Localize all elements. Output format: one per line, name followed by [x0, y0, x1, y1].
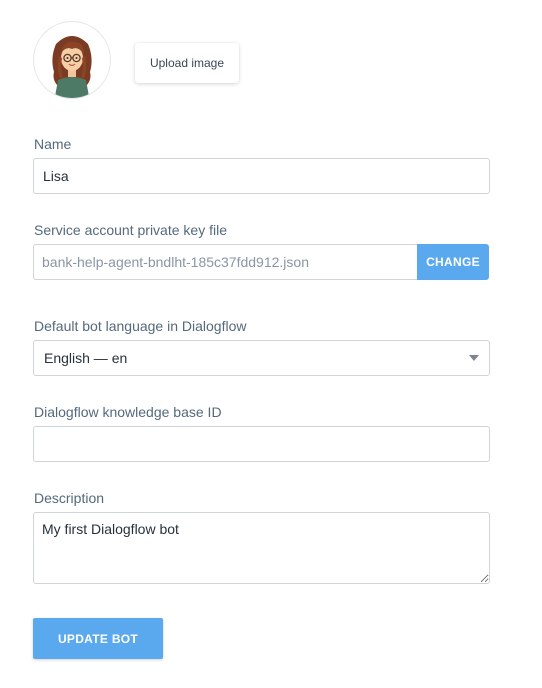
description-textarea[interactable]: My first Dialogflow bot	[33, 512, 490, 584]
name-label: Name	[34, 136, 72, 152]
language-label: Default bot language in Dialogflow	[34, 318, 247, 334]
cartoon-woman-avatar-icon	[52, 36, 92, 98]
upload-image-button[interactable]: Upload image	[135, 43, 239, 83]
name-input[interactable]	[33, 158, 490, 194]
chevron-down-icon	[469, 355, 479, 361]
avatar	[33, 21, 111, 99]
language-selected-value: English — en	[44, 350, 128, 366]
knowledge-base-input[interactable]	[33, 426, 490, 462]
key-file-label: Service account private key file	[34, 222, 227, 238]
language-select[interactable]: English — en	[33, 340, 490, 376]
update-bot-button[interactable]: UPDATE BOT	[33, 618, 163, 659]
description-label: Description	[34, 490, 105, 506]
knowledge-base-label: Dialogflow knowledge base ID	[34, 404, 222, 420]
key-file-input[interactable]: bank-help-agent-bndlht-185c37fdd912.json	[33, 244, 418, 280]
change-key-file-button[interactable]: CHANGE	[417, 244, 489, 280]
bot-settings-form: Upload image Name Service account privat…	[0, 0, 542, 688]
